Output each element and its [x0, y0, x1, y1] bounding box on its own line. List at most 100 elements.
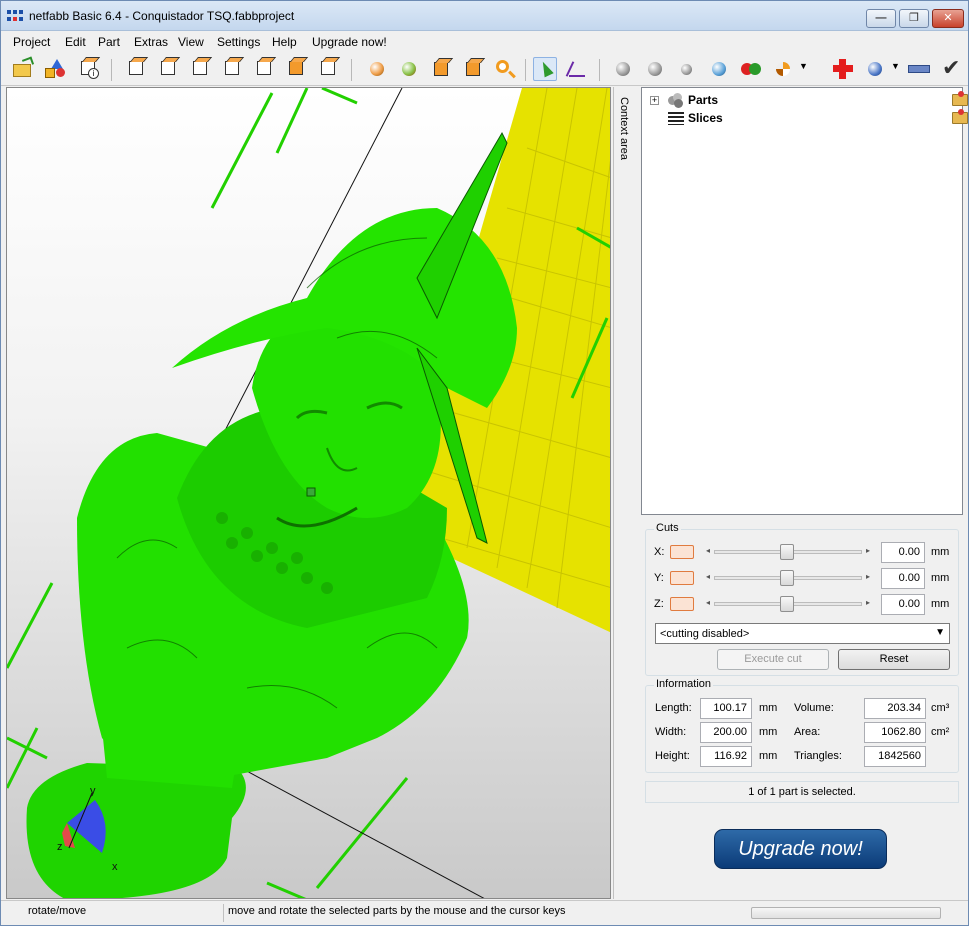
close-icon: ✕: [943, 12, 953, 24]
chevron-right-icon: ▸: [865, 572, 870, 581]
tree-label-slices: Slices: [688, 111, 723, 125]
view-iso-icon[interactable]: [317, 57, 341, 81]
cut-z-color[interactable]: [670, 597, 694, 611]
triangles-value: 1842560: [864, 746, 926, 767]
status-hint: move and rotate the selected parts by th…: [228, 905, 566, 917]
height-unit: mm: [759, 750, 778, 762]
netfabb-logo-icon: [7, 10, 23, 22]
shade-parts-icon[interactable]: [365, 57, 389, 81]
restore-button[interactable]: ❐: [899, 9, 929, 28]
open-folder-icon[interactable]: [952, 109, 968, 124]
execute-cut-button[interactable]: Execute cut: [717, 649, 829, 670]
title-bar[interactable]: netfabb Basic 6.4 - Conquistador TSQ.fab…: [1, 1, 968, 31]
cut-y-slider[interactable]: ◂ ▸: [704, 569, 872, 587]
context-area-label: Context area: [618, 97, 630, 160]
cuts-group: Cuts X: ◂ ▸ 0.00 mm Y: ◂ ▸ 0.00 mm Z: ◂ ▸ 0…: [645, 522, 959, 676]
zoom-all-icon[interactable]: [429, 57, 453, 81]
axis-y-label: y: [90, 785, 96, 797]
zoom-selection-icon[interactable]: [461, 57, 485, 81]
menu-bar: Project Edit Part Extras View Settings H…: [1, 32, 968, 53]
3d-viewport[interactable]: y z x: [6, 87, 611, 899]
chevron-down-icon[interactable]: ▼: [889, 57, 901, 81]
context-area-tab[interactable]: Context area: [613, 87, 639, 899]
move-part-icon[interactable]: [675, 57, 699, 81]
status-mode: rotate/move: [28, 905, 87, 917]
toolbar-separator: [351, 59, 352, 81]
cutting-mode-select[interactable]: <cutting disabled> ▼: [655, 623, 950, 644]
close-button[interactable]: ✕: [932, 9, 964, 28]
chevron-down-icon[interactable]: ▼: [797, 57, 809, 81]
chevron-right-icon: ▸: [865, 546, 870, 555]
view-front-icon[interactable]: [125, 57, 149, 81]
scale-part-icon[interactable]: [707, 57, 731, 81]
open-folder-icon[interactable]: [11, 56, 35, 81]
add-part-icon[interactable]: [43, 57, 67, 81]
menu-edit[interactable]: Edit: [65, 35, 86, 49]
menu-extras[interactable]: Extras: [134, 35, 168, 49]
open-folder-icon[interactable]: [952, 91, 968, 106]
app-window: netfabb Basic 6.4 - Conquistador TSQ.fab…: [0, 0, 969, 926]
menu-part[interactable]: Part: [98, 35, 120, 49]
information-title: Information: [654, 678, 714, 690]
selection-status: 1 of 1 part is selected.: [645, 781, 959, 803]
ruler-icon[interactable]: [907, 57, 931, 81]
checkmark-icon[interactable]: ✔: [939, 55, 963, 81]
cut-z-slider[interactable]: ◂ ▸: [704, 595, 872, 613]
upgrade-now-button[interactable]: Upgrade now!: [714, 829, 887, 869]
cut-y-unit: mm: [931, 572, 950, 584]
rotate-part-icon[interactable]: [643, 57, 667, 81]
repair-cross-icon[interactable]: [831, 57, 855, 81]
section-pie-icon[interactable]: [771, 57, 795, 81]
length-unit: mm: [759, 702, 778, 714]
cut-z-label: Z:: [654, 598, 664, 610]
height-label: Height:: [655, 750, 690, 762]
view-right-icon[interactable]: [221, 57, 245, 81]
triangles-label: Triangles:: [794, 750, 842, 762]
menu-help[interactable]: Help: [272, 35, 297, 49]
sphere-icon[interactable]: [611, 57, 635, 81]
shade-color-icon[interactable]: [397, 57, 421, 81]
cut-z-unit: mm: [931, 598, 950, 610]
cut-x-input[interactable]: 0.00: [881, 542, 925, 563]
slider-thumb: [780, 596, 794, 612]
menu-view[interactable]: View: [178, 35, 204, 49]
cut-x-color[interactable]: [670, 545, 694, 559]
reset-button[interactable]: Reset: [838, 649, 950, 670]
progress-bar: [751, 907, 941, 919]
area-label: Area:: [794, 726, 821, 738]
window-title: netfabb Basic 6.4 - Conquistador TSQ.fab…: [29, 9, 295, 23]
tree-item-parts[interactable]: + Parts: [650, 91, 969, 110]
width-unit: mm: [759, 726, 778, 738]
view-top-icon[interactable]: [253, 57, 277, 81]
part-info-icon[interactable]: i: [77, 57, 101, 81]
menu-settings[interactable]: Settings: [217, 35, 260, 49]
length-value: 100.17: [700, 698, 752, 719]
view-bottom-icon[interactable]: [285, 57, 309, 81]
axis-x-label: x: [112, 861, 118, 873]
menu-project[interactable]: Project: [13, 35, 50, 49]
minimize-button[interactable]: —: [866, 9, 896, 28]
expand-icon[interactable]: +: [650, 96, 659, 105]
cut-z-input[interactable]: 0.00: [881, 594, 925, 615]
boolean-icon[interactable]: [739, 57, 763, 81]
chevron-down-icon: ▼: [935, 627, 945, 638]
measure-axes-icon[interactable]: [565, 57, 589, 81]
select-arrow-icon[interactable]: [533, 57, 557, 81]
view-back-icon[interactable]: [157, 57, 181, 81]
cut-x-slider[interactable]: ◂ ▸: [704, 543, 872, 561]
cutting-mode-value: <cutting disabled>: [660, 628, 750, 640]
zoom-icon[interactable]: [493, 57, 517, 81]
cut-y-color[interactable]: [670, 571, 694, 585]
slider-thumb: [780, 570, 794, 586]
height-value: 116.92: [700, 746, 752, 767]
chevron-left-icon: ◂: [706, 572, 711, 581]
analysis-icon[interactable]: [863, 57, 887, 81]
menu-upgrade[interactable]: Upgrade now!: [312, 35, 387, 49]
tree-item-slices[interactable]: Slices: [650, 109, 969, 128]
cut-y-input[interactable]: 0.00: [881, 568, 925, 589]
volume-value: 203.34: [864, 698, 926, 719]
toolbar-separator: [525, 59, 526, 81]
chevron-left-icon: ◂: [706, 598, 711, 607]
minimize-icon: —: [875, 12, 887, 24]
view-left-icon[interactable]: [189, 57, 213, 81]
